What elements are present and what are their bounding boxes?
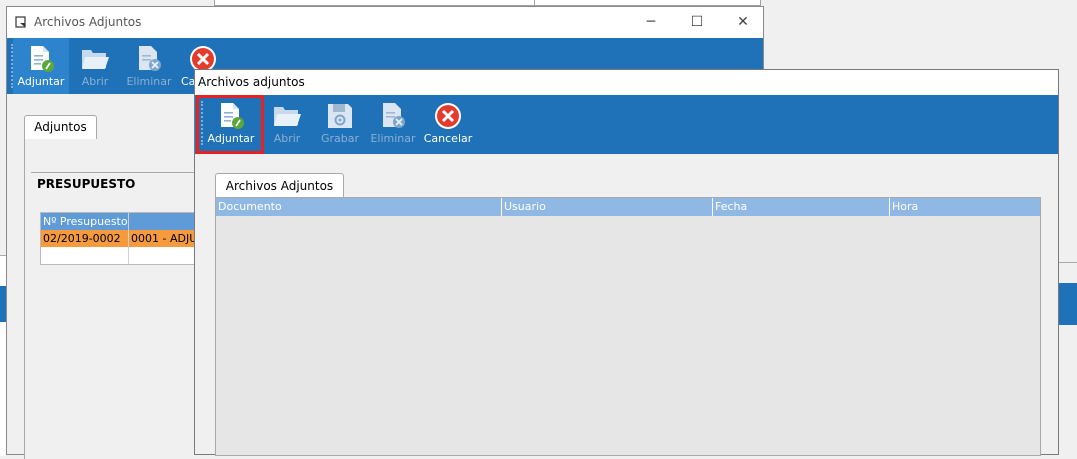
grabar-label: Grabar bbox=[320, 132, 360, 145]
maximize-icon[interactable]: ☐ bbox=[687, 12, 707, 32]
table-cell bbox=[129, 247, 201, 264]
cancel-x-icon bbox=[435, 103, 461, 129]
presupuesto-grid: Nº Presupuesto 02/2019-0002 0001 - ADJUN… bbox=[40, 212, 202, 265]
adjuntar-label: Adjuntar bbox=[17, 75, 65, 88]
abrir-button[interactable]: Abrir bbox=[259, 95, 315, 154]
table-cell: 02/2019-0002 bbox=[41, 230, 129, 247]
grid-header: Nº Presupuesto bbox=[41, 213, 201, 230]
table-row[interactable]: 02/2019-0002 0001 - ADJUNT bbox=[41, 230, 201, 247]
back-window-titlebar[interactable]: Archivos Adjuntos ─ ☐ ✕ bbox=[7, 7, 763, 38]
tab-adjuntos[interactable]: Adjuntos bbox=[24, 115, 97, 140]
tab-archivos-adjuntos[interactable]: Archivos Adjuntos bbox=[215, 173, 344, 199]
delete-doc-icon bbox=[383, 103, 405, 128]
column-header[interactable] bbox=[129, 213, 201, 230]
folder-open-icon bbox=[274, 107, 301, 126]
grid-header: Documento Usuario Fecha Hora bbox=[216, 198, 1040, 216]
delete-doc-icon bbox=[139, 46, 161, 71]
eliminar-label: Eliminar bbox=[370, 132, 416, 145]
table-cell bbox=[41, 247, 129, 264]
attach-doc-icon bbox=[31, 46, 54, 72]
section-title: PRESUPUESTO bbox=[37, 177, 136, 191]
eliminar-label: Eliminar bbox=[126, 75, 172, 88]
column-header-fecha[interactable]: Fecha bbox=[713, 198, 890, 216]
front-window-titlebar[interactable]: Archivos adjuntos bbox=[195, 70, 1058, 95]
back-window-title: Archivos Adjuntos bbox=[34, 15, 142, 29]
minimize-icon[interactable]: ─ bbox=[641, 12, 661, 32]
column-header[interactable]: Nº Presupuesto bbox=[41, 213, 129, 230]
archivos-grid: Documento Usuario Fecha Hora bbox=[215, 197, 1041, 456]
eliminar-button[interactable]: Eliminar bbox=[121, 38, 177, 94]
abrir-label: Abrir bbox=[81, 75, 109, 88]
column-header-hora[interactable]: Hora bbox=[890, 198, 1040, 216]
background-app-right bbox=[1058, 262, 1077, 456]
front-window: Archivos adjuntos Adjuntar Abrir Grabar … bbox=[194, 69, 1059, 456]
abrir-button[interactable]: Abrir bbox=[67, 38, 123, 94]
grabar-button[interactable]: Grabar bbox=[312, 95, 368, 154]
cancelar-label: Cancelar bbox=[423, 132, 473, 145]
adjuntar-button[interactable]: Adjuntar bbox=[13, 38, 69, 94]
front-window-toolbar: Adjuntar Abrir Grabar Eliminar Cancelar bbox=[195, 95, 1058, 154]
eliminar-button[interactable]: Eliminar bbox=[365, 95, 421, 154]
table-row[interactable] bbox=[41, 247, 201, 264]
abrir-label: Abrir bbox=[273, 132, 301, 145]
background-toolbar-fragment bbox=[1058, 283, 1077, 325]
cancelar-button[interactable]: Cancelar bbox=[420, 95, 476, 154]
folder-open-icon bbox=[82, 50, 109, 69]
table-cell: 0001 - ADJUNT bbox=[131, 232, 201, 245]
window-app-icon bbox=[15, 16, 26, 28]
front-window-title: Archivos adjuntos bbox=[198, 75, 305, 89]
adjuntar-highlight bbox=[196, 95, 264, 154]
column-header-documento[interactable]: Documento bbox=[216, 198, 502, 216]
column-header-usuario[interactable]: Usuario bbox=[502, 198, 713, 216]
save-disk-icon bbox=[328, 104, 352, 128]
close-icon[interactable]: ✕ bbox=[733, 12, 753, 32]
